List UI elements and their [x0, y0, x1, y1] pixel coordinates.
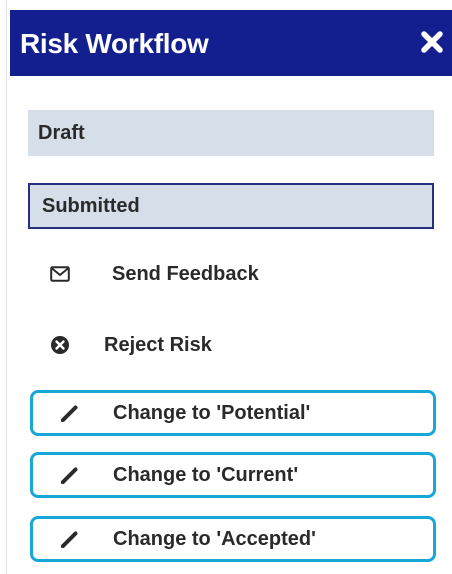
change-to-accepted-label: Change to 'Accepted' — [113, 527, 316, 550]
change-to-current-button[interactable]: Change to 'Current' — [30, 452, 436, 498]
pencil-icon — [59, 528, 83, 550]
close-button[interactable] — [414, 24, 450, 60]
pencil-icon — [59, 464, 83, 486]
panel-title: Risk Workflow — [20, 28, 209, 59]
change-to-current-label: Change to 'Current' — [113, 463, 299, 486]
state-draft-label: Draft — [38, 121, 85, 144]
state-submitted-label: Submitted — [42, 194, 140, 217]
change-to-accepted-button[interactable]: Change to 'Accepted' — [30, 516, 436, 562]
change-to-potential-button[interactable]: Change to 'Potential' — [30, 390, 436, 436]
panel-left-border — [6, 0, 7, 574]
envelope-icon — [50, 266, 76, 282]
circle-x-icon — [50, 335, 76, 355]
panel-header: Risk Workflow — [10, 10, 452, 76]
send-feedback-action[interactable]: Send Feedback — [50, 257, 259, 291]
state-submitted[interactable]: Submitted — [28, 183, 434, 229]
reject-risk-action[interactable]: Reject Risk — [50, 328, 212, 362]
change-to-potential-label: Change to 'Potential' — [113, 401, 311, 424]
send-feedback-label: Send Feedback — [112, 262, 259, 285]
pencil-icon — [59, 402, 83, 424]
risk-workflow-panel: Risk Workflow Draft Submitted Send Feedb… — [0, 0, 452, 574]
reject-risk-label: Reject Risk — [104, 333, 212, 356]
close-icon — [421, 31, 443, 53]
state-draft[interactable]: Draft — [28, 110, 434, 156]
